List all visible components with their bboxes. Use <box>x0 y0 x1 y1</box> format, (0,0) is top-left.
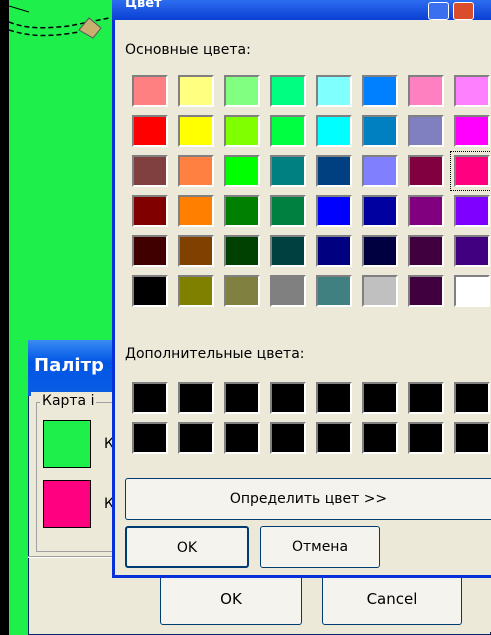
basic-color-cell[interactable] <box>408 75 444 107</box>
map-colors-group-label: Карта і <box>40 393 97 409</box>
basic-color-cell[interactable] <box>132 195 168 227</box>
basic-color-cell[interactable] <box>270 155 306 187</box>
basic-color-cell[interactable] <box>270 115 306 147</box>
basic-color-cell[interactable] <box>316 275 352 307</box>
basic-color-cell[interactable] <box>132 235 168 267</box>
color-swatch-green[interactable] <box>43 420 91 468</box>
basic-color-cell[interactable] <box>270 195 306 227</box>
custom-color-cell[interactable] <box>362 422 398 454</box>
custom-color-cell[interactable] <box>454 422 490 454</box>
palette-ok-button[interactable]: OK <box>160 573 302 625</box>
basic-color-cell[interactable] <box>224 235 260 267</box>
ok-button[interactable]: OK <box>125 526 249 568</box>
basic-color-cell[interactable] <box>132 275 168 307</box>
basic-color-cell[interactable] <box>270 235 306 267</box>
custom-color-cell[interactable] <box>408 422 444 454</box>
basic-color-cell[interactable] <box>224 115 260 147</box>
basic-color-cell[interactable] <box>132 75 168 107</box>
basic-color-cell[interactable] <box>132 115 168 147</box>
basic-color-cell[interactable] <box>224 195 260 227</box>
basic-color-cell[interactable] <box>316 235 352 267</box>
basic-color-cell[interactable] <box>224 155 260 187</box>
custom-color-cell[interactable] <box>132 382 168 414</box>
basic-color-cell[interactable] <box>408 275 444 307</box>
custom-colors-label: Дополнительные цвета: <box>125 346 305 362</box>
basic-color-cell[interactable] <box>316 115 352 147</box>
basic-colors-label: Основные цвета: <box>125 42 251 58</box>
basic-color-cell[interactable] <box>454 195 490 227</box>
custom-color-cell[interactable] <box>316 382 352 414</box>
basic-color-cell[interactable] <box>408 235 444 267</box>
basic-color-cell[interactable] <box>224 75 260 107</box>
basic-color-cell[interactable] <box>454 75 490 107</box>
palette-cancel-button[interactable]: Cancel <box>322 573 462 625</box>
basic-color-cell[interactable] <box>178 275 214 307</box>
color-dialog-title: Цвет <box>125 0 162 11</box>
cancel-button[interactable]: Отмена <box>260 526 380 568</box>
basic-color-cell[interactable] <box>178 155 214 187</box>
basic-color-cell[interactable] <box>408 115 444 147</box>
custom-color-cell[interactable] <box>316 422 352 454</box>
palette-dialog-title: Палітр <box>34 355 104 376</box>
basic-color-cell[interactable] <box>178 115 214 147</box>
custom-color-cell[interactable] <box>178 382 214 414</box>
basic-color-cell[interactable] <box>450 151 491 191</box>
help-button[interactable] <box>428 2 449 20</box>
close-button[interactable] <box>453 2 474 20</box>
custom-color-cell[interactable] <box>408 382 444 414</box>
custom-color-cell[interactable] <box>270 422 306 454</box>
basic-color-cell[interactable] <box>362 115 398 147</box>
basic-color-cell[interactable] <box>454 235 490 267</box>
basic-color-cell[interactable] <box>178 235 214 267</box>
basic-color-cell[interactable] <box>270 275 306 307</box>
basic-color-cell[interactable] <box>224 275 260 307</box>
custom-color-cell[interactable] <box>454 382 490 414</box>
basic-color-cell[interactable] <box>362 195 398 227</box>
custom-color-cell[interactable] <box>270 382 306 414</box>
custom-color-cell[interactable] <box>178 422 214 454</box>
basic-color-cell[interactable] <box>178 195 214 227</box>
custom-color-cell[interactable] <box>362 382 398 414</box>
basic-color-cell[interactable] <box>316 155 352 187</box>
basic-color-cell[interactable] <box>316 75 352 107</box>
custom-color-cell[interactable] <box>224 382 260 414</box>
basic-color-cell[interactable] <box>316 195 352 227</box>
define-custom-colors-button[interactable]: Определить цвет >> <box>125 478 491 520</box>
custom-color-cell[interactable] <box>224 422 260 454</box>
basic-color-cell[interactable] <box>132 155 168 187</box>
basic-color-cell[interactable] <box>454 275 490 307</box>
basic-color-cell[interactable] <box>178 75 214 107</box>
basic-color-cell[interactable] <box>362 235 398 267</box>
custom-color-cell[interactable] <box>132 422 168 454</box>
basic-color-cell[interactable] <box>362 155 398 187</box>
color-swatch-pink[interactable] <box>43 480 91 528</box>
basic-color-cell[interactable] <box>454 115 490 147</box>
basic-color-cell[interactable] <box>408 195 444 227</box>
basic-color-cell[interactable] <box>362 75 398 107</box>
basic-color-cell[interactable] <box>270 75 306 107</box>
basic-color-cell[interactable] <box>408 155 444 187</box>
basic-color-cell[interactable] <box>362 275 398 307</box>
